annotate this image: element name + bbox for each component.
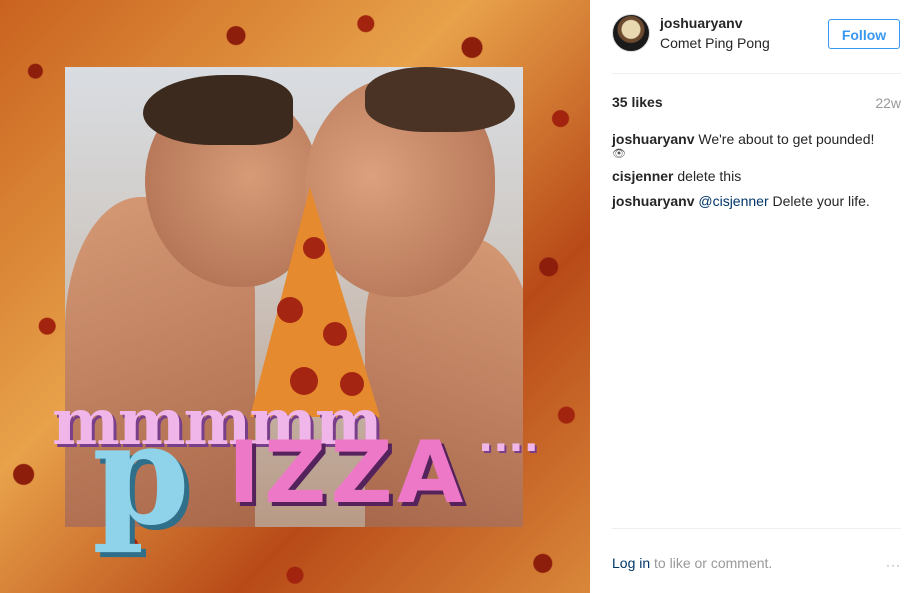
eye-emoji-icon: 👁 — [612, 148, 626, 160]
overlay-text-p: p — [92, 393, 190, 557]
comment-text: delete this — [677, 168, 742, 184]
post-sidebar: joshuaryanv Comet Ping Pong Follow 35 li… — [590, 0, 921, 593]
login-prompt: Log in to like or comment. — [612, 555, 772, 571]
comment: cisjenner delete this — [612, 167, 901, 185]
divider — [612, 73, 901, 74]
instagram-post: mmmmm p IZZA .... joshuaryanv Comet Ping… — [0, 0, 921, 593]
post-header: joshuaryanv Comet Ping Pong Follow — [612, 14, 901, 72]
comment-mention-link[interactable]: @cisjenner — [698, 193, 768, 209]
location-link[interactable]: Comet Ping Pong — [660, 35, 770, 51]
more-options-icon[interactable]: ··· — [886, 558, 901, 572]
avatar[interactable] — [612, 14, 650, 52]
likes-count[interactable]: 35 likes — [612, 94, 663, 110]
comment-username[interactable]: cisjenner — [612, 168, 673, 184]
comment-list: joshuaryanv We're about to get pounded! … — [612, 130, 901, 217]
login-prompt-text: to like or comment. — [654, 555, 773, 571]
login-link[interactable]: Log in — [612, 555, 650, 571]
overlay-text-dots: .... — [478, 415, 539, 461]
overlay-text-izza: IZZA — [228, 423, 468, 523]
post-image[interactable]: mmmmm p IZZA .... — [0, 0, 590, 593]
username-link[interactable]: joshuaryanv — [660, 15, 742, 31]
comment-text: We're about to get pounded! — [698, 131, 875, 147]
comment-username[interactable]: joshuaryanv — [612, 193, 694, 209]
comment-text: Delete your life. — [772, 193, 870, 209]
comment: joshuaryanv We're about to get pounded! … — [612, 130, 901, 160]
post-time[interactable]: 22w — [875, 95, 901, 111]
divider — [612, 528, 901, 529]
comment: joshuaryanv @cisjenner Delete your life. — [612, 192, 901, 210]
follow-button[interactable]: Follow — [828, 19, 900, 49]
comment-username[interactable]: joshuaryanv — [612, 131, 694, 147]
